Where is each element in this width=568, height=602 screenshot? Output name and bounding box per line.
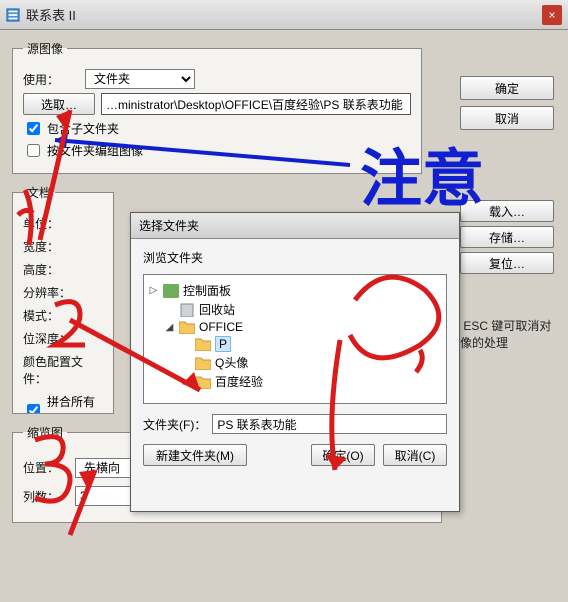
folder-field-label: 文件夹(F)： xyxy=(143,416,206,433)
source-path: …ministrator\Desktop\OFFICE\百度经验\PS 联系表功… xyxy=(101,93,411,115)
bitdepth-label: 位深度： xyxy=(23,330,75,347)
browse-title: 选择文件夹 xyxy=(139,217,199,234)
folder-icon xyxy=(195,375,211,389)
tree-item-recycle[interactable]: 回收站 xyxy=(148,300,442,319)
group-by-folder-checkbox[interactable]: 按文件夹编组图像 xyxy=(23,141,411,160)
load-button[interactable]: 载入… xyxy=(460,200,554,222)
unit-label: 单位： xyxy=(23,215,75,232)
close-button[interactable]: × xyxy=(542,5,562,25)
folder-field-input[interactable] xyxy=(212,414,447,434)
use-select[interactable]: 文件夹 xyxy=(85,69,195,89)
esc-hint: 按 ESC 键可取消对图像的处理 xyxy=(448,318,554,352)
window-title: 联系表 II xyxy=(26,5,76,24)
collapse-icon[interactable]: ◢ xyxy=(164,322,175,333)
tree-item-qhead[interactable]: Q头像 xyxy=(148,353,442,372)
browse-title-bar: 选择文件夹 xyxy=(131,213,459,239)
expand-icon[interactable]: ▷ xyxy=(148,285,159,296)
ok-button[interactable]: 确定 xyxy=(460,76,554,100)
tree-item-p[interactable]: P xyxy=(148,335,442,353)
browse-folder-dialog: 选择文件夹 浏览文件夹 ▷ 控制面板 回收站 ◢ OFFICE P xyxy=(130,212,460,512)
reset-button[interactable]: 复位… xyxy=(460,252,554,274)
new-folder-button[interactable]: 新建文件夹(M) xyxy=(143,444,247,466)
folder-icon xyxy=(195,337,211,351)
flatten-checkbox[interactable]: 拼合所有图层 xyxy=(23,393,103,414)
folder-tree[interactable]: ▷ 控制面板 回收站 ◢ OFFICE P Q头 xyxy=(143,274,447,404)
cols-label: 列数： xyxy=(23,488,69,505)
include-sub-label: 包含子文件夹 xyxy=(47,120,119,137)
recycle-icon xyxy=(179,303,195,317)
res-label: 分辨率： xyxy=(23,284,75,301)
app-icon xyxy=(6,8,20,22)
document-fieldset: 文档 单位： 宽度： 高度： 分辨率： 模式： 位深度： 颜色配置文件： 拼合所… xyxy=(12,184,114,414)
source-legend: 源图像 xyxy=(23,40,67,57)
preset-buttons: 载入… 存储… 复位… xyxy=(460,200,554,274)
document-legend: 文档 xyxy=(23,184,55,201)
browse-cancel-button[interactable]: 取消(C) xyxy=(383,444,447,466)
width-label: 宽度： xyxy=(23,238,75,255)
title-bar: 联系表 II × xyxy=(0,0,568,30)
group-by-folder-input[interactable] xyxy=(27,144,40,157)
tree-item-office[interactable]: ◢ OFFICE xyxy=(148,319,442,335)
mode-label: 模式： xyxy=(23,307,75,324)
browse-ok-button[interactable]: 确定(O) xyxy=(311,444,375,466)
control-panel-icon xyxy=(163,284,179,298)
choose-button[interactable]: 选取… xyxy=(23,93,95,115)
height-label: 高度： xyxy=(23,261,75,278)
group-by-folder-label: 按文件夹编组图像 xyxy=(47,142,143,159)
cancel-button[interactable]: 取消 xyxy=(460,106,554,130)
browse-caption: 浏览文件夹 xyxy=(143,249,447,266)
flatten-label: 拼合所有图层 xyxy=(47,393,103,414)
profile-label: 颜色配置文件： xyxy=(23,353,103,387)
use-label: 使用： xyxy=(23,71,79,88)
source-fieldset: 源图像 使用： 文件夹 选取… …ministrator\Desktop\OFF… xyxy=(12,40,422,174)
tree-item-control-panel[interactable]: ▷ 控制面板 xyxy=(148,281,442,300)
dialog-main-buttons: 确定 取消 xyxy=(460,76,554,130)
thumbnails-legend: 缩览图 xyxy=(23,424,67,441)
include-sub-input[interactable] xyxy=(27,122,40,135)
include-sub-checkbox[interactable]: 包含子文件夹 xyxy=(23,119,411,138)
flatten-input[interactable] xyxy=(27,404,40,415)
folder-icon xyxy=(179,320,195,334)
position-label: 位置： xyxy=(23,459,69,476)
save-button[interactable]: 存储… xyxy=(460,226,554,248)
tree-item-baidu[interactable]: 百度经验 xyxy=(148,372,442,391)
folder-icon xyxy=(195,356,211,370)
